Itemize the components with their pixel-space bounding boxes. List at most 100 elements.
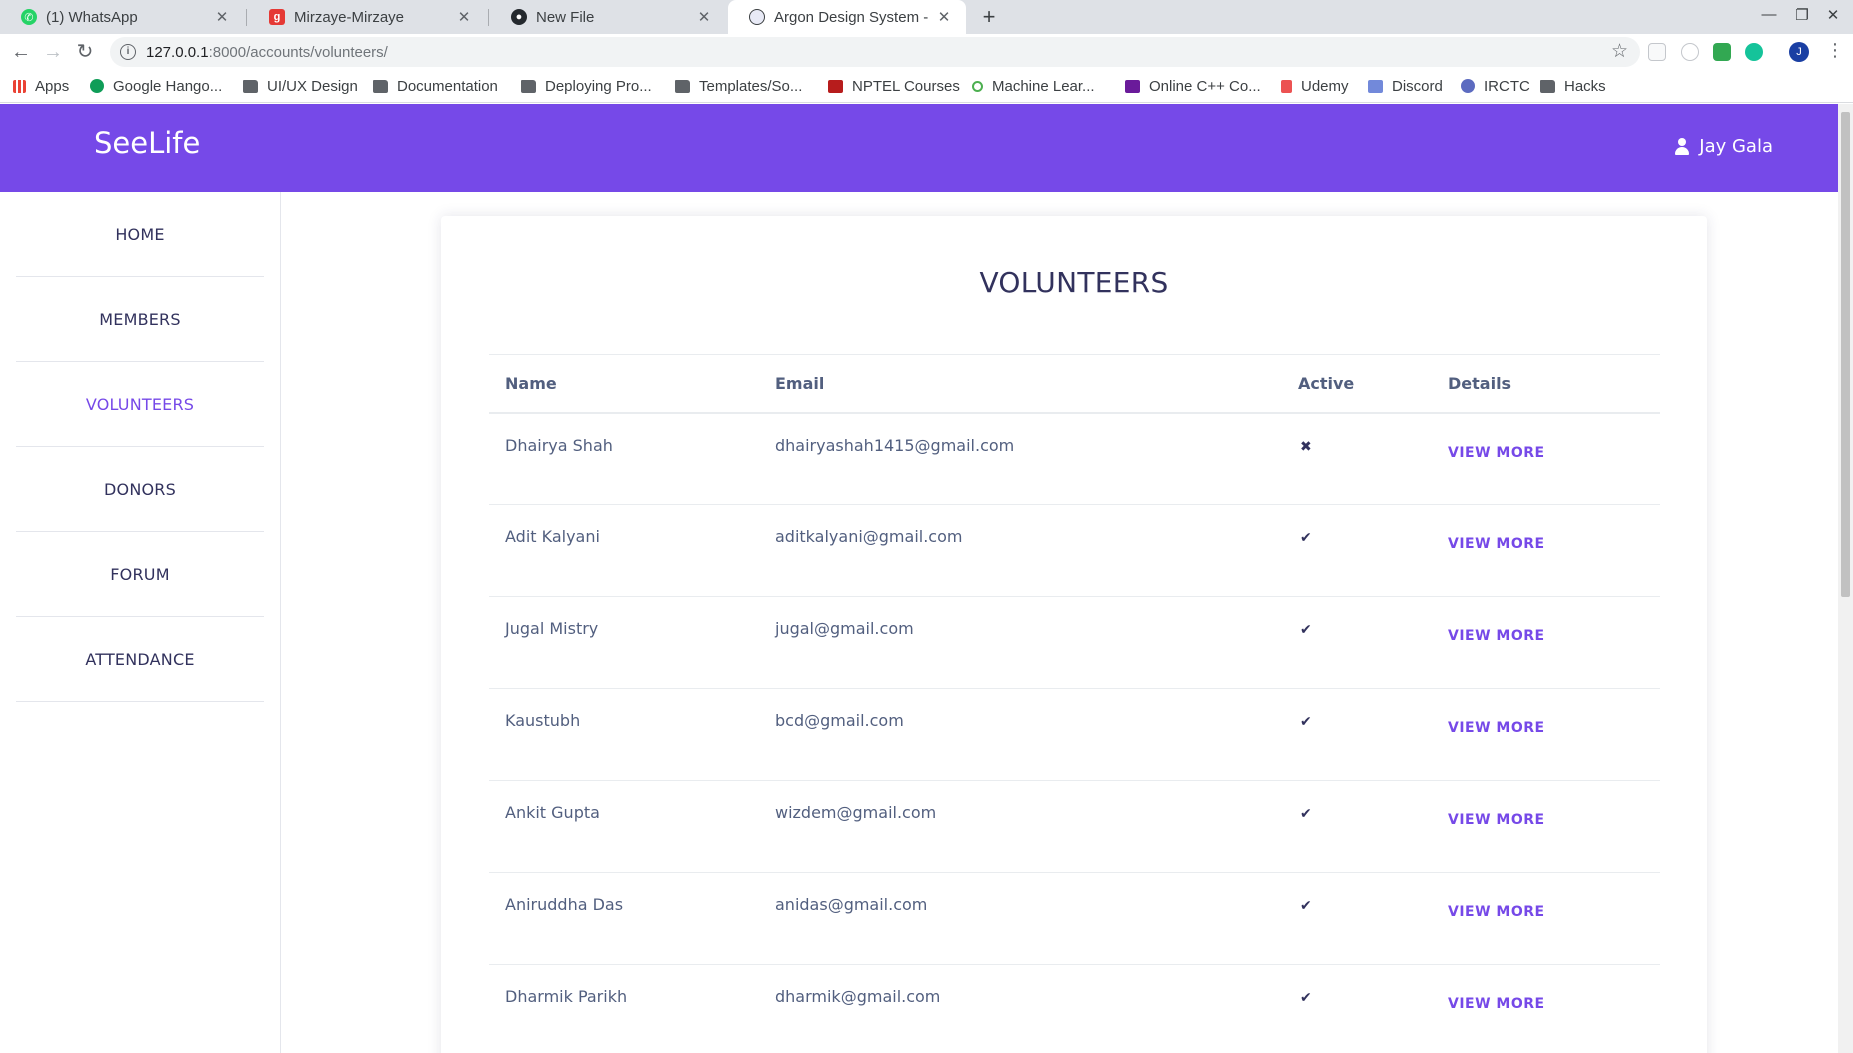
info-icon[interactable]: i	[120, 44, 136, 60]
cross-icon: ✖	[1300, 438, 1312, 455]
address-bar[interactable]: i 127.0.0.1:8000/accounts/volunteers/ ☆	[110, 37, 1640, 67]
check-icon: ✔	[1300, 530, 1312, 546]
details-cell: VIEW MORE	[1432, 596, 1660, 689]
sidebar-item-volunteers[interactable]: VOLUNTEERS	[16, 362, 264, 447]
minimize-icon[interactable]: —	[1759, 6, 1779, 23]
view-more-link[interactable]: VIEW MORE	[1448, 445, 1545, 461]
restore-icon[interactable]: ❐	[1792, 6, 1812, 24]
bookmarks-bar: Apps Google Hango... UI/UX Design Docume…	[0, 70, 1853, 103]
tab-title: (1) WhatsApp	[46, 8, 138, 26]
view-more-link[interactable]: VIEW MORE	[1448, 904, 1545, 920]
bookmark-apps[interactable]: Apps	[13, 76, 69, 96]
view-more-link[interactable]: VIEW MORE	[1448, 536, 1545, 552]
bookmark-irctc[interactable]: IRCTC	[1461, 76, 1530, 96]
view-more-link[interactable]: VIEW MORE	[1448, 996, 1545, 1012]
user-menu[interactable]: Jay Gala	[1675, 136, 1773, 157]
table-row: Dhairya Shah dhairyashah1415@gmail.com ✖…	[489, 412, 1660, 505]
bookmark-label: Templates/So...	[699, 77, 803, 95]
bookmark-online-cpp[interactable]: Online C++ Co...	[1125, 76, 1261, 96]
column-header-active: Active	[1282, 354, 1432, 414]
bookmark-nptel[interactable]: NPTEL Courses	[828, 76, 960, 96]
browser-tab-argon[interactable]: Argon Design System - Fr ✕	[728, 0, 966, 34]
close-window-icon[interactable]: ✕	[1823, 6, 1843, 24]
volunteer-email: wizdem@gmail.com	[759, 780, 1282, 873]
table-row: Dharmik Parikh dharmik@gmail.com ✔ VIEW …	[489, 964, 1660, 1053]
bookmark-label: Google Hango...	[113, 77, 223, 95]
bookmark-google-hangouts[interactable]: Google Hango...	[90, 76, 222, 96]
scrollbar-thumb[interactable]	[1841, 112, 1850, 597]
irctc-icon	[1461, 79, 1475, 93]
folder-icon	[675, 79, 690, 93]
extension-icon[interactable]	[1681, 43, 1699, 61]
tab-separator	[488, 9, 489, 26]
reload-icon[interactable]: ↻	[72, 39, 98, 65]
bookmark-templates[interactable]: Templates/So...	[675, 76, 802, 96]
bookmark-documentation[interactable]: Documentation	[373, 76, 498, 96]
extension-icon[interactable]	[1648, 43, 1666, 61]
bookmark-label: Deploying Pro...	[545, 77, 652, 95]
browser-tab-whatsapp[interactable]: ✆ (1) WhatsApp ✕	[0, 0, 244, 34]
details-cell: VIEW MORE	[1432, 412, 1660, 505]
volunteer-email: jugal@gmail.com	[759, 596, 1282, 689]
new-tab-button[interactable]: +	[976, 4, 1002, 30]
bookmark-label: Discord	[1392, 77, 1443, 95]
bookmark-uiux-design[interactable]: UI/UX Design	[243, 76, 358, 96]
view-more-link[interactable]: VIEW MORE	[1448, 812, 1545, 828]
active-cell: ✔	[1282, 688, 1432, 781]
sidebar-item-donors[interactable]: DONORS	[16, 447, 264, 532]
sidebar-item-home[interactable]: HOME	[16, 192, 264, 277]
volunteer-email: dharmik@gmail.com	[759, 964, 1282, 1053]
check-icon: ✔	[1300, 806, 1312, 822]
details-cell: VIEW MORE	[1432, 872, 1660, 965]
argon-icon	[749, 9, 765, 25]
forward-arrow-icon[interactable]: →	[40, 39, 66, 65]
browser-tab-strip: ✆ (1) WhatsApp ✕ g Mirzaye-Mirzaye ✕ ● N…	[0, 0, 1853, 34]
grammarly-icon[interactable]	[1745, 43, 1763, 61]
profile-avatar[interactable]: J	[1789, 42, 1809, 62]
sidebar-item-attendance[interactable]: ATTENDANCE	[16, 617, 264, 702]
sidebar-item-members[interactable]: MEMBERS	[16, 277, 264, 362]
browser-tab-mirzaye[interactable]: g Mirzaye-Mirzaye ✕	[248, 0, 486, 34]
nptel-icon	[828, 79, 843, 93]
brand-logo[interactable]: SeeLife	[94, 126, 200, 160]
table-row: Aniruddha Das anidas@gmail.com ✔ VIEW MO…	[489, 872, 1660, 965]
check-icon: ✔	[1300, 714, 1312, 730]
view-more-link[interactable]: VIEW MORE	[1448, 628, 1545, 644]
bookmark-label: Apps	[35, 77, 70, 95]
url-path: :8000/accounts/volunteers/	[208, 43, 388, 61]
volunteer-name: Jugal Mistry	[489, 596, 759, 689]
volunteers-card: VOLUNTEERS Name Email Active Details Dha…	[441, 216, 1707, 1053]
page-scrollbar[interactable]	[1838, 104, 1853, 1053]
bookmark-hacks[interactable]: Hacks	[1540, 76, 1606, 96]
check-icon: ✔	[1300, 990, 1312, 1006]
close-icon[interactable]: ✕	[456, 8, 472, 26]
kebab-menu-icon[interactable]: ⋮	[1826, 40, 1844, 61]
bookmark-star-icon[interactable]: ☆	[1611, 40, 1628, 63]
back-arrow-icon[interactable]: ←	[8, 39, 34, 65]
active-cell: ✔	[1282, 596, 1432, 689]
folder-icon	[243, 79, 258, 93]
bookmark-machine-learning[interactable]: Machine Lear...	[972, 76, 1095, 96]
browser-tab-new-file[interactable]: ● New File ✕	[490, 0, 726, 34]
details-cell: VIEW MORE	[1432, 964, 1660, 1053]
details-cell: VIEW MORE	[1432, 688, 1660, 781]
folder-icon	[1540, 79, 1555, 93]
close-icon[interactable]: ✕	[696, 8, 712, 26]
close-icon[interactable]: ✕	[214, 8, 230, 26]
bookmark-label: Machine Lear...	[992, 77, 1095, 95]
volunteer-email: dhairyashah1415@gmail.com	[759, 412, 1282, 505]
bookmark-discord[interactable]: Discord	[1368, 76, 1443, 96]
bookmark-deploying[interactable]: Deploying Pro...	[521, 76, 652, 96]
table-header-row: Name Email Active Details	[489, 354, 1660, 414]
volunteer-name: Kaustubh	[489, 688, 759, 781]
close-icon[interactable]: ✕	[936, 8, 952, 26]
check-icon: ✔	[1300, 622, 1312, 638]
table-row: Jugal Mistry jugal@gmail.com ✔ VIEW MORE	[489, 596, 1660, 689]
volunteer-name: Ankit Gupta	[489, 780, 759, 873]
sidebar-item-forum[interactable]: FORUM	[16, 532, 264, 617]
browser-toolbar: ← → ↻ i 127.0.0.1:8000/accounts/voluntee…	[0, 34, 1853, 70]
cors-extension-icon[interactable]	[1713, 43, 1731, 61]
bookmark-udemy[interactable]: Udemy	[1281, 76, 1349, 96]
view-more-link[interactable]: VIEW MORE	[1448, 720, 1545, 736]
tab-title: Mirzaye-Mirzaye	[294, 8, 405, 26]
